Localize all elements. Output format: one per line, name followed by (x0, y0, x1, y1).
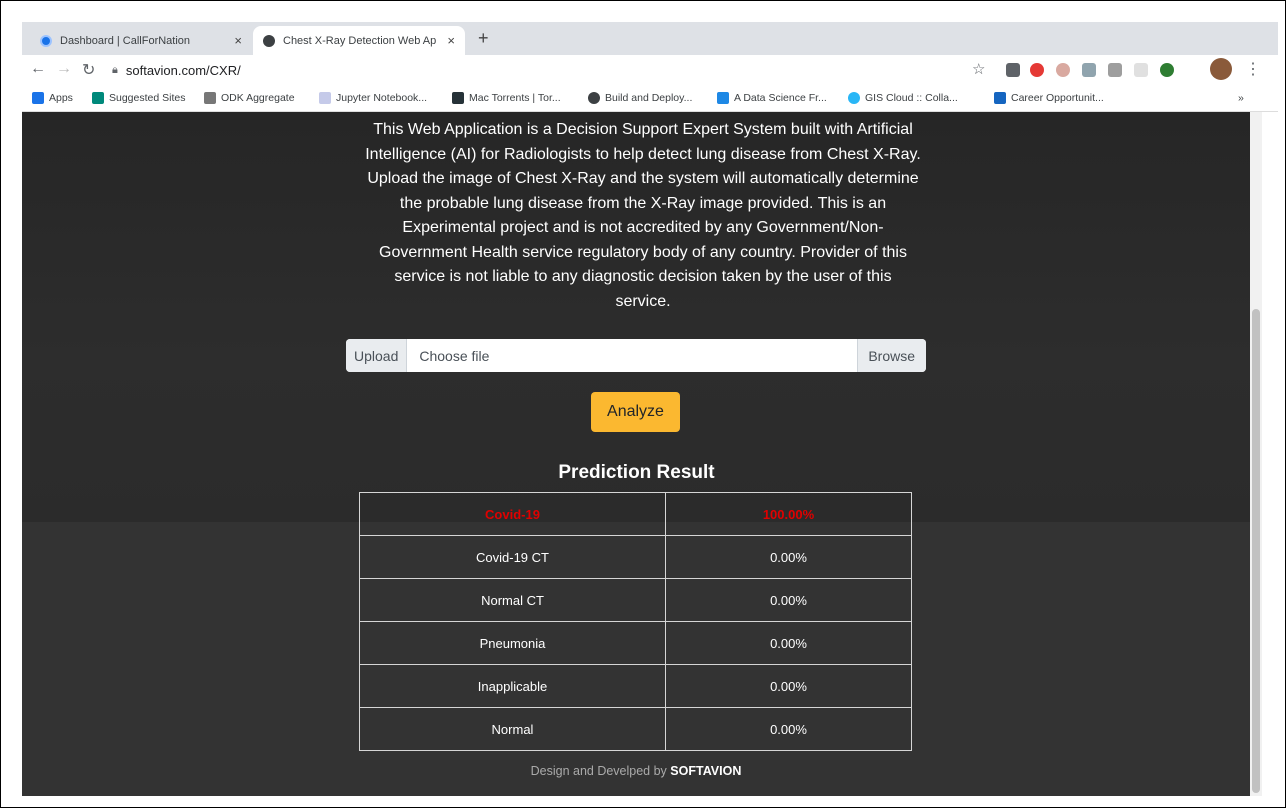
url-text: softavion.com/CXR/ (125, 63, 241, 78)
globe-icon (263, 34, 275, 47)
disease-label: Normal CT (359, 578, 666, 622)
disease-label: Inapplicable (359, 664, 666, 708)
scrollbar-thumb[interactable] (1252, 309, 1260, 793)
drive-extension-icon[interactable] (1006, 63, 1020, 77)
tab-strip: Dashboard | CallForNation × Chest X-Ray … (22, 22, 1278, 55)
bookmark-gis-cloud[interactable]: GIS Cloud :: Colla... (848, 92, 958, 104)
page-content: This Web Application is a Decision Suppo… (22, 112, 1250, 796)
probability-value: 0.00% (665, 578, 912, 622)
url-bar[interactable]: 🔒︎ softavion.com/CXR/ (112, 58, 972, 83)
disease-label: Pneumonia (359, 621, 666, 665)
abp-extension-icon[interactable] (1030, 63, 1044, 77)
footer-text: Design and Develped by (530, 764, 671, 778)
torrent-icon (452, 92, 464, 104)
lock-icon: 🔒︎ (112, 64, 118, 76)
menu-icon[interactable]: ⋮ (1245, 59, 1261, 79)
browse-button[interactable]: Browse (857, 339, 926, 372)
close-tab-icon[interactable]: × (447, 33, 455, 48)
k-icon (717, 92, 729, 104)
back-icon[interactable]: ← (30, 60, 46, 78)
disease-label: Covid-19 CT (359, 535, 666, 579)
bookmark-mac-torrents[interactable]: Mac Torrents | Tor... (452, 92, 561, 104)
table-row: Pneumonia 0.00% (359, 621, 912, 665)
extension-icon[interactable] (1134, 63, 1148, 77)
table-row: Normal CT 0.00% (359, 578, 912, 622)
probability-value: 0.00% (665, 707, 912, 751)
table-row: Inapplicable 0.00% (359, 664, 912, 708)
reload-icon[interactable]: ↻ (82, 60, 95, 80)
extension-icon[interactable] (1160, 63, 1174, 77)
tab-title: Dashboard | CallForNation (60, 34, 191, 47)
bookmark-odk-aggregate[interactable]: ODK Aggregate (204, 92, 295, 104)
bookmark-career[interactable]: Career Opportunit... (994, 92, 1104, 104)
choose-file-input[interactable]: Choose file (407, 339, 857, 372)
bookmark-suggested-sites[interactable]: Suggested Sites (92, 92, 185, 104)
probability-value: 0.00% (665, 535, 912, 579)
new-tab-button[interactable]: + (478, 28, 489, 49)
profile-avatar[interactable] (1210, 58, 1232, 80)
apps-grid-icon (32, 92, 44, 104)
bookmarks-bar: Apps Suggested Sites ODK Aggregate Jupyt… (22, 86, 1278, 112)
bookmark-build-deploy[interactable]: Build and Deploy... (588, 92, 692, 104)
odk-icon (204, 92, 216, 104)
prediction-table: Covid-19 100.00% Covid-19 CT 0.00% Norma… (359, 492, 912, 751)
address-bar-row: ← → ↻ 🔒︎ softavion.com/CXR/ ☆ ⋮ (22, 55, 1278, 86)
analyze-button[interactable]: Analyze (591, 392, 680, 432)
upload-label: Upload (346, 339, 408, 372)
callfornation-icon (40, 34, 52, 47)
page-footer: Design and Develped by SOFTAVION (22, 764, 1250, 778)
cloud-icon (848, 92, 860, 104)
table-row: Normal 0.00% (359, 707, 912, 751)
bookmark-jupyter[interactable]: Jupyter Notebook... (319, 92, 427, 104)
probability-value: 100.00% (665, 492, 912, 536)
page-scrollbar[interactable] (1250, 112, 1262, 796)
bookmark-data-science[interactable]: A Data Science Fr... (717, 92, 827, 104)
extension-icon[interactable] (1056, 63, 1070, 77)
probability-value: 0.00% (665, 621, 912, 665)
bookmarks-overflow[interactable]: » (1238, 92, 1244, 104)
extension-icon[interactable] (1082, 63, 1096, 77)
bookmark-star-icon[interactable]: ☆ (972, 60, 985, 78)
disease-label: Covid-19 (359, 492, 666, 536)
prediction-result-title: Prediction Result (558, 462, 715, 483)
globe-icon (588, 92, 600, 104)
sf-icon (994, 92, 1006, 104)
file-upload-field[interactable]: Upload Choose file Browse (346, 339, 926, 372)
table-row: Covid-19 100.00% (359, 492, 912, 536)
forward-icon[interactable]: → (56, 60, 72, 78)
tab-dashboard[interactable]: Dashboard | CallForNation × (30, 26, 252, 55)
footer-brand: SOFTAVION (670, 764, 742, 778)
disease-label: Normal (359, 707, 666, 751)
tab-title: Chest X-Ray Detection Web Ap (283, 34, 437, 47)
probability-value: 0.00% (665, 664, 912, 708)
tab-chest-xray[interactable]: Chest X-Ray Detection Web Ap × (253, 26, 465, 55)
bing-icon (92, 92, 104, 104)
table-row: Covid-19 CT 0.00% (359, 535, 912, 579)
bookmark-apps[interactable]: Apps (32, 92, 73, 104)
app-description: This Web Application is a Decision Suppo… (365, 121, 921, 310)
jupyter-icon (319, 92, 331, 104)
close-tab-icon[interactable]: × (234, 33, 242, 48)
extension-icon[interactable] (1108, 63, 1122, 77)
